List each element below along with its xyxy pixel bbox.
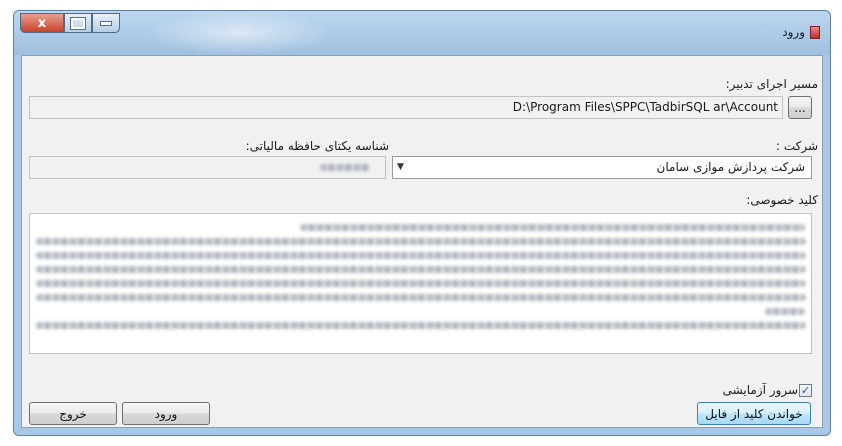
private-key-textarea[interactable] — [29, 213, 812, 354]
path-label: مسیر اجرای تدبیر: — [725, 77, 818, 91]
company-selected-value: شرکت پردازش موازی سامان — [656, 160, 805, 174]
maximize-button[interactable] — [64, 13, 92, 33]
memory-id-field[interactable] — [29, 156, 386, 179]
browse-button[interactable]: ... — [788, 96, 812, 119]
login-button[interactable]: ورود — [122, 402, 210, 425]
minimize-icon — [101, 21, 111, 25]
redacted-line — [36, 238, 806, 245]
dialog-body: مسیر اجرای تدبیر: D:\Program Files\SPPC\… — [21, 55, 823, 428]
maximize-icon — [71, 17, 85, 29]
dropdown-arrow-icon: ▼ — [397, 162, 404, 172]
redacted-line — [36, 252, 806, 259]
exit-button[interactable]: خروج — [29, 402, 117, 425]
company-label: شرکت : — [775, 139, 818, 153]
private-key-label: کلید خصوصی: — [746, 193, 818, 207]
test-server-label: سرور آزمایشی — [722, 383, 798, 397]
redacted-line — [36, 280, 806, 287]
memory-id-redacted — [320, 164, 370, 171]
close-button[interactable]: x — [20, 13, 64, 33]
app-icon — [810, 25, 820, 39]
test-server-checkbox[interactable]: ✓ — [799, 384, 812, 397]
title-bar-glare — [144, 11, 334, 55]
company-select[interactable]: شرکت پردازش موازی سامان ▼ — [392, 156, 812, 179]
minimize-button[interactable] — [92, 13, 120, 33]
memory-id-label: شناسه یکتای حافظه مالیاتی: — [245, 139, 389, 153]
window-title: ورود — [782, 25, 805, 39]
title-bar[interactable]: x ورود — [14, 11, 830, 55]
redacted-line — [36, 322, 806, 329]
redacted-line — [36, 266, 806, 273]
path-field[interactable]: D:\Program Files\SPPC\TadbirSQL ar\Accou… — [29, 96, 783, 119]
path-value: D:\Program Files\SPPC\TadbirSQL ar\Accou… — [512, 100, 778, 114]
redacted-line — [765, 308, 805, 315]
login-window: x ورود مسیر اجرای تدبیر: D:\Program File… — [13, 10, 831, 436]
read-key-from-file-button[interactable]: خواندن کلید از فایل — [697, 402, 811, 425]
window-title-area: ورود — [782, 25, 820, 39]
redacted-line — [36, 294, 806, 301]
redacted-line — [300, 224, 805, 231]
